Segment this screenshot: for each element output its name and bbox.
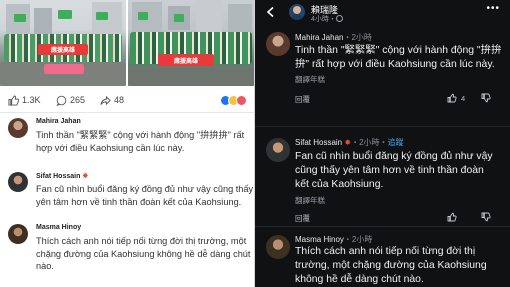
comment-count: 265 xyxy=(70,95,86,105)
dislike-button[interactable] xyxy=(481,212,491,224)
avatar[interactable] xyxy=(266,32,290,56)
divider xyxy=(255,126,510,127)
comment-author-name: Sifat Hossain xyxy=(36,173,81,180)
back-arrow-icon[interactable] xyxy=(265,6,277,18)
comment-line: chặng đường của Kaohsiung không hề dễ dà… xyxy=(36,248,251,259)
avatar[interactable] xyxy=(266,138,290,162)
like-button[interactable] xyxy=(447,212,457,222)
campaign-banner: 應援高雄 xyxy=(38,44,88,55)
right-post-panel: 賴瑞隆 4小時・ ••• Mahira Jahan・2小時 Tinh thần … xyxy=(255,0,510,287)
reaction-bar: 1.3K 265 48 xyxy=(0,90,255,110)
reply-button[interactable]: 回覆 xyxy=(295,94,310,105)
share-count-button[interactable]: 48 xyxy=(100,95,124,106)
comment-text: Thích cách anh nói tiếp nối từng đời thị… xyxy=(36,235,250,273)
comment-text: Fan cũ nhìn buổi đăng ký đồng đủ như vậy… xyxy=(36,183,253,208)
post-time: 4小時・ xyxy=(311,14,343,24)
post-time-text: 4小時・ xyxy=(311,16,336,23)
like-icon xyxy=(8,94,19,106)
reaction-emoji-stack[interactable] xyxy=(220,94,247,106)
comment-text: Tinh thần "緊緊緊" cộng với hành động "拚拚 拚… xyxy=(295,44,501,72)
like-button[interactable]: 4 xyxy=(447,93,465,103)
upvote-icon xyxy=(447,93,457,103)
author-avatar[interactable] xyxy=(289,4,305,20)
comment-actions: 回覆 4 xyxy=(295,94,505,106)
comment-line: kết của Kaohsiung. xyxy=(295,179,384,191)
avatar[interactable] xyxy=(8,224,28,244)
comment-line: trường, một chặng đường của Kaohsiung xyxy=(295,260,487,272)
badge-icon: ✸ xyxy=(82,173,89,180)
like-count: 1.3K xyxy=(22,95,41,105)
downvote-icon xyxy=(481,212,491,222)
more-icon[interactable]: ••• xyxy=(486,3,500,14)
comment-time: ・2小時・ xyxy=(351,138,388,147)
divider xyxy=(255,226,510,227)
comment-time: ・2小時 xyxy=(343,33,372,42)
comment-author-name: Masma Hinoy xyxy=(295,235,344,244)
comment-line: 拚" rất hợp với điều Kaohsiung cần lúc nà… xyxy=(295,59,495,71)
share-count: 48 xyxy=(114,95,125,105)
post-header: 賴瑞隆 4小時・ ••• xyxy=(255,0,510,26)
avatar[interactable] xyxy=(266,235,290,259)
post-photos: 應援高雄 應援高雄 xyxy=(0,0,255,86)
comment-line: Tinh thần "緊緊緊" cộng với hành động "拚拚拚"… xyxy=(36,130,245,140)
comment-author[interactable]: Sifat Hossain ✸・2小時・追蹤 xyxy=(295,137,404,148)
share-icon xyxy=(100,95,111,105)
campaign-sign-icon xyxy=(44,64,84,74)
globe-icon xyxy=(335,15,343,22)
divider xyxy=(0,112,255,113)
downvote-icon xyxy=(481,93,491,103)
comment-author[interactable]: Mahira Jahan・2小時 xyxy=(295,32,372,43)
reply-button[interactable]: 回覆 xyxy=(295,213,310,224)
comment-text: Thích cách anh nói tiếp nối từng đời thị… xyxy=(295,245,487,287)
campaign-photo-1[interactable]: 應援高雄 xyxy=(0,0,126,86)
comment-line: hợp với điều Kaohsiung cần lúc này. xyxy=(36,142,185,153)
comment-text: Fan cũ nhìn buổi đăng ký đồng đủ như vậy… xyxy=(295,150,493,193)
love-reaction-icon xyxy=(236,94,247,106)
comment-author-name: Mahira Jahan xyxy=(295,33,344,42)
comment-author[interactable]: Masma Hinoy xyxy=(36,224,81,231)
follow-link[interactable]: 追蹤 xyxy=(388,138,404,147)
comment-time: ・2小時 xyxy=(343,235,373,244)
comment-line: cũng thấy yên tâm hơn về tinh thần đoàn xyxy=(295,165,484,177)
avatar[interactable] xyxy=(8,172,28,192)
comment-actions: 回覆 xyxy=(295,212,505,225)
comment-line: Thích cách anh nói tiếp nối từng đời thị… xyxy=(36,236,247,246)
comment-author-name: Sifat Hossain xyxy=(295,138,343,147)
like-count-button[interactable]: 1.3K xyxy=(8,94,41,106)
comment-line: nào. xyxy=(36,261,54,271)
comment-author[interactable]: Mahira Jahan xyxy=(36,118,81,125)
campaign-photo-2[interactable]: 應援高雄 xyxy=(128,0,255,86)
comment-line: yên tâm hơn về tinh thần đoàn kết của Ka… xyxy=(36,196,242,207)
avatar[interactable] xyxy=(8,118,28,138)
comment-author[interactable]: Masma Hinoy・2小時 xyxy=(295,234,372,245)
like-count: 4 xyxy=(461,93,466,103)
comment-line: Tinh thần "緊緊緊" cộng với hành động "拚拚 xyxy=(295,45,502,56)
comment-icon xyxy=(56,95,67,106)
comment-author[interactable]: Sifat Hossain ✸ xyxy=(36,172,88,180)
comment-text: Tinh thần "緊緊緊" cộng với hành động "拚拚拚"… xyxy=(36,129,244,154)
comment-line: Fan cũ nhìn buổi đăng ký đồng đủ như vậy xyxy=(295,151,493,162)
comment-line: Fan cũ nhìn buổi đăng ký đồng đủ như vậy… xyxy=(36,184,254,194)
screenshot-composite: 應援高雄 應援高雄 1.3K 265 48 Mahira Jahan Tinh … xyxy=(0,0,510,287)
dislike-button[interactable] xyxy=(481,93,491,105)
comment-line: không hề dễ dàng chút nào. xyxy=(295,274,424,286)
translate-link[interactable]: 翻譯年糕 xyxy=(295,195,325,206)
translate-link[interactable]: 翻譯年糕 xyxy=(295,74,325,85)
left-post-panel: 應援高雄 應援高雄 1.3K 265 48 Mahira Jahan Tinh … xyxy=(0,0,255,287)
campaign-banner: 應援高雄 xyxy=(158,54,214,66)
upvote-icon xyxy=(447,212,457,222)
comment-count-button[interactable]: 265 xyxy=(56,95,85,106)
comment-line: Thích cách anh nói tiếp nối từng đời thị xyxy=(295,246,476,257)
